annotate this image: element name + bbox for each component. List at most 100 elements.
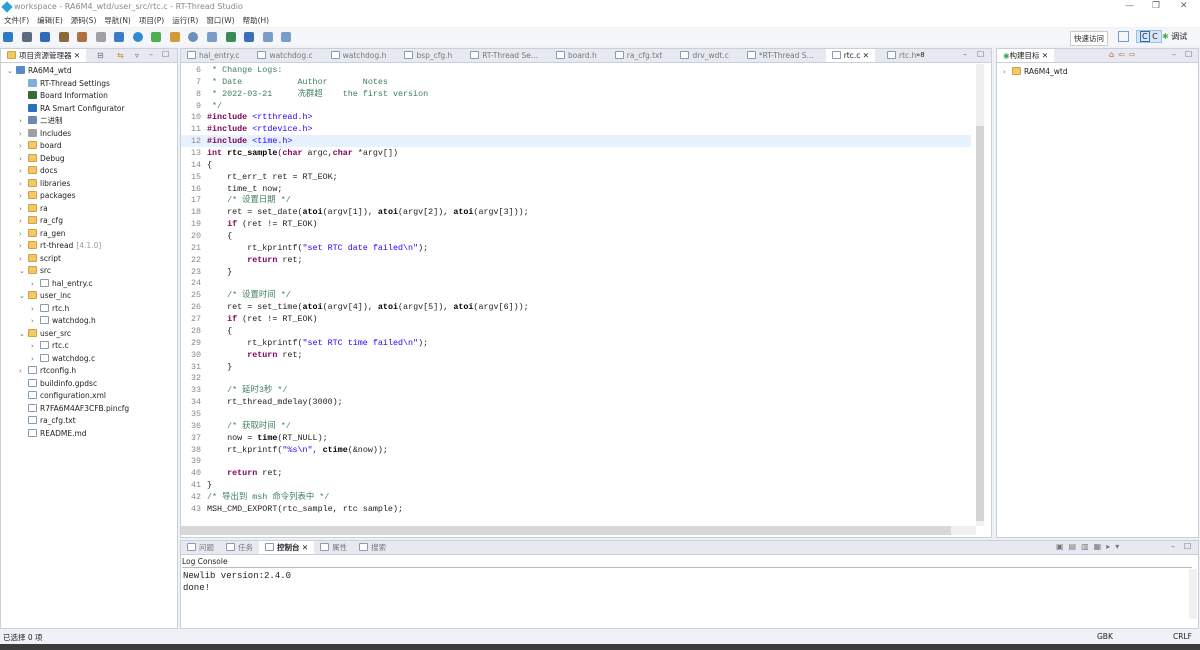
tree-item[interactable]: R7FA6M4AF3CFB.pincfg xyxy=(19,403,129,415)
editor-tab[interactable]: hal_entry.c xyxy=(181,49,245,62)
tree-item[interactable]: › ra_gen xyxy=(19,228,66,240)
tree-item[interactable]: ⌄ user_src xyxy=(19,328,71,340)
tree-item[interactable]: › ra xyxy=(19,203,48,215)
close-tab-icon[interactable]: ✕ xyxy=(300,543,308,552)
chevron-down-icon[interactable]: ⌄ xyxy=(19,328,28,340)
console-tab[interactable]: 搜索 xyxy=(353,541,392,554)
back-icon[interactable] xyxy=(262,32,273,42)
debug-icon[interactable] xyxy=(151,32,162,42)
close-tab-icon[interactable]: ✕ xyxy=(860,51,869,60)
tree-item[interactable]: › script xyxy=(19,253,61,265)
tree-item[interactable]: › board xyxy=(19,140,62,152)
chevron-down-icon[interactable]: ⌄ xyxy=(19,290,28,302)
perspective-c-button[interactable]: C C xyxy=(1136,30,1162,43)
perspective-debug-button[interactable]: ✱ 调试 xyxy=(1162,31,1187,42)
console-output[interactable]: Newlib version:2.4.0 done! xyxy=(183,570,291,594)
chevron-right-icon[interactable]: › xyxy=(19,153,28,165)
tree-item[interactable]: RA Smart Configurator xyxy=(19,103,125,115)
menu-item[interactable]: 导航(N) xyxy=(100,14,134,27)
chevron-right-icon[interactable]: › xyxy=(19,178,28,190)
tree-item[interactable]: › Includes xyxy=(19,128,71,140)
minimize-view-icon[interactable]: – xyxy=(149,50,153,59)
close-button[interactable]: ✕ xyxy=(1180,1,1188,11)
menu-item[interactable]: 项目(P) xyxy=(135,14,168,27)
rebuild-icon[interactable] xyxy=(77,32,88,42)
build-target-root[interactable]: › RA6M4_wtd xyxy=(1003,66,1068,78)
chevron-right-icon[interactable]: › xyxy=(19,140,28,152)
maximize-view-icon[interactable]: ☐ xyxy=(162,50,169,59)
save-all-icon[interactable] xyxy=(40,32,51,42)
chevron-right-icon[interactable]: › xyxy=(19,128,28,140)
menu-item[interactable]: 帮助(H) xyxy=(239,14,274,27)
chevron-right-icon[interactable]: › xyxy=(31,278,40,290)
editor-tab[interactable]: watchdog.h xyxy=(325,49,393,62)
tree-item[interactable]: › 二进制 xyxy=(19,115,63,127)
tree-item[interactable]: Board Information xyxy=(19,90,108,102)
layers-icon[interactable] xyxy=(244,32,255,42)
tab-project-explorer[interactable]: 项目资源管理器 ✕ xyxy=(1,49,87,62)
chevron-down-icon[interactable]: ⌄ xyxy=(7,65,16,77)
minimize-editor-icon[interactable]: – xyxy=(963,50,967,59)
maximize-view-icon[interactable]: ☐ xyxy=(1185,50,1192,59)
tree-item[interactable]: › ra_cfg xyxy=(19,215,63,227)
chevron-right-icon[interactable]: › xyxy=(19,365,28,377)
new-icon[interactable] xyxy=(3,32,13,42)
chevron-down-icon[interactable]: ⌄ xyxy=(19,265,28,277)
editor-tab[interactable]: board.h xyxy=(550,49,603,62)
tree-item[interactable]: › watchdog.h xyxy=(31,315,96,327)
view-menu-icon[interactable]: ▿ xyxy=(135,51,139,60)
vertical-scrollbar[interactable] xyxy=(976,64,984,526)
open-project-icon[interactable] xyxy=(169,32,180,42)
tree-item[interactable]: RT-Thread Settings xyxy=(19,78,110,90)
settings-icon[interactable] xyxy=(132,32,143,42)
minimize-view-icon[interactable]: – xyxy=(1171,542,1175,551)
tree-item[interactable]: › libraries xyxy=(19,178,70,190)
chevron-right-icon[interactable]: › xyxy=(19,253,28,265)
tree-item[interactable]: › docs xyxy=(19,165,57,177)
editor-tab[interactable]: watchdog.c xyxy=(251,49,318,62)
console-scrollbar[interactable] xyxy=(1189,569,1197,619)
minimize-button[interactable]: — xyxy=(1125,1,1134,11)
tree-item[interactable]: › packages xyxy=(19,190,76,202)
menu-item[interactable]: 文件(F) xyxy=(0,14,33,27)
console-actions-icons[interactable]: ▣▤▥▦▸▾ xyxy=(1056,542,1124,551)
tree-item[interactable]: › rt-thread [4.1.0] xyxy=(19,240,101,252)
chevron-right-icon[interactable]: › xyxy=(19,240,28,252)
menu-item[interactable]: 编辑(E) xyxy=(33,14,67,27)
open-perspective-icon[interactable] xyxy=(1118,31,1129,42)
chevron-right-icon[interactable]: › xyxy=(19,115,28,127)
tree-item[interactable]: › hal_entry.c xyxy=(31,278,92,290)
tab-overflow[interactable]: »8 xyxy=(916,51,925,59)
tree-item[interactable]: › rtc.c xyxy=(31,340,69,352)
editor-tab[interactable]: ra_cfg.txt xyxy=(609,49,669,62)
tree-item[interactable]: › rtc.h xyxy=(31,303,69,315)
chevron-right-icon[interactable]: › xyxy=(19,215,28,227)
horizontal-scrollbar[interactable] xyxy=(181,526,976,535)
download-icon[interactable] xyxy=(225,32,236,42)
terminal-icon[interactable] xyxy=(114,32,125,42)
console-tab[interactable]: 控制台 ✕ xyxy=(259,541,315,554)
forward-icon[interactable] xyxy=(281,32,292,42)
quick-access-field[interactable]: 快速访问 xyxy=(1070,31,1108,46)
chevron-right-icon[interactable]: › xyxy=(19,228,28,240)
editor-tab[interactable]: RT-Thread Se... xyxy=(464,49,544,62)
maximize-button[interactable]: ❐ xyxy=(1152,1,1160,11)
tree-item[interactable]: › Debug xyxy=(19,153,65,165)
editor-tab[interactable]: drv_wdt.c xyxy=(674,49,734,62)
console-tab[interactable]: 属性 xyxy=(314,541,353,554)
tree-item[interactable]: › rtconfig.h xyxy=(19,365,76,377)
console-tab[interactable]: 任务 xyxy=(220,541,259,554)
chevron-right-icon[interactable]: › xyxy=(31,315,40,327)
tree-item[interactable]: ⌄ RA6M4_wtd xyxy=(7,65,72,77)
code-editor[interactable]: 6 * Change Logs: 7 * Date Author Notes 8 *… xyxy=(181,64,971,527)
tree-item[interactable]: ⌄ src xyxy=(19,265,51,277)
link-editor-icon[interactable]: ⇆ xyxy=(117,51,124,60)
save-icon[interactable] xyxy=(21,32,32,42)
chevron-right-icon[interactable]: › xyxy=(19,165,28,177)
tree-item[interactable]: ⌄ user_inc xyxy=(19,290,71,302)
tree-item[interactable]: ra_cfg.txt xyxy=(19,415,76,427)
sdk-icon[interactable] xyxy=(207,32,218,42)
chevron-right-icon[interactable]: › xyxy=(19,190,28,202)
tree-item[interactable]: buildinfo.gpdsc xyxy=(19,378,97,390)
maximize-view-icon[interactable]: ☐ xyxy=(1184,542,1191,551)
